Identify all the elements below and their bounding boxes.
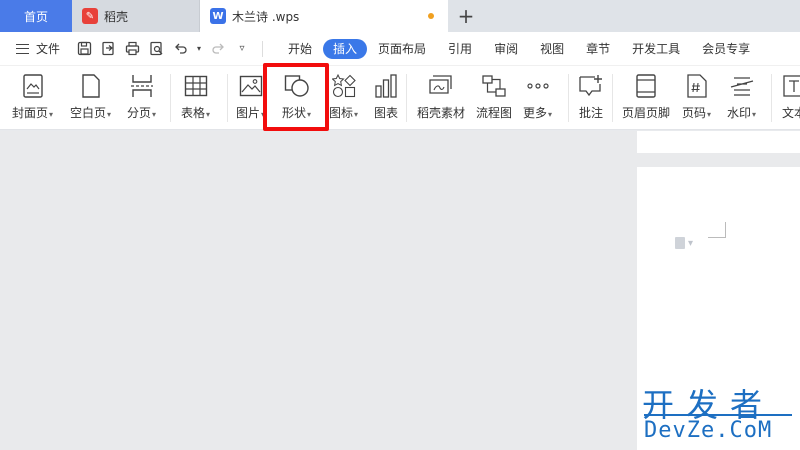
menu-bar: 文件 ▾ ▿ 开始 插入 页面布局 引用 审阅 视图 章节 开发工具 会员专享 <box>0 32 800 66</box>
undo-dropdown-icon[interactable]: ▾ <box>196 41 202 57</box>
comment-icon <box>577 72 605 100</box>
blank-page-icon <box>77 72 105 100</box>
page-break-button[interactable]: 分页▾ <box>127 72 156 121</box>
table-icon <box>182 72 210 100</box>
tab-home-label: 首页 <box>23 9 48 24</box>
icon-library-icon <box>330 72 358 100</box>
comment-label: 批注 <box>578 106 603 120</box>
ribbon-divider <box>227 74 228 122</box>
page-number-label: 页码▾ <box>682 106 712 120</box>
picture-label: 图片▾ <box>236 106 266 120</box>
more-label: 更多▾ <box>523 106 553 120</box>
header-footer-label: 页眉页脚 <box>622 106 671 120</box>
tab-daoke-label: 稻壳 <box>104 9 129 24</box>
comment-button[interactable]: 批注 <box>577 72 605 121</box>
table-button[interactable]: 表格▾ <box>181 72 210 121</box>
text-box-label: 文本 <box>781 106 800 120</box>
cover-page-button[interactable]: 封面页▾ <box>12 72 53 121</box>
daoke-material-button[interactable]: 稻壳素材 <box>417 72 465 121</box>
cover-page-label: 封面页▾ <box>12 106 54 120</box>
menubar-divider <box>262 40 263 57</box>
page-break-label: 分页▾ <box>127 106 157 120</box>
shape-highlight-box <box>263 63 329 131</box>
watermark-button[interactable]: 水印▾ <box>727 72 756 121</box>
customize-toolbar-icon[interactable]: ▿ <box>234 41 250 57</box>
document-small-icon <box>675 237 685 249</box>
export-pdf-icon[interactable] <box>100 41 116 57</box>
blank-page-button[interactable]: 空白页▾ <box>70 72 111 121</box>
flowchart-button[interactable]: 流程图 <box>476 72 512 121</box>
page-number-icon <box>683 72 711 100</box>
print-preview-icon[interactable] <box>148 41 164 57</box>
daoke-material-label: 稻壳素材 <box>417 106 466 120</box>
tab-bar: 首页 ✎ 稻壳 W 木兰诗 .wps + <box>0 0 800 32</box>
file-menu-button[interactable]: 文件 <box>0 40 70 57</box>
tab-start[interactable]: 开始 <box>277 39 323 59</box>
ribbon-divider <box>612 74 613 122</box>
chart-icon <box>372 72 400 100</box>
tab-member[interactable]: 会员专享 <box>691 39 761 59</box>
picture-icon <box>237 72 265 100</box>
undo-icon[interactable] <box>172 41 188 57</box>
wps-writer-icon: W <box>210 8 226 24</box>
quick-access-toolbar: ▾ ▿ <box>70 41 256 57</box>
daoke-logo-icon: ✎ <box>82 8 98 24</box>
icon-button[interactable]: 图标▾ <box>329 72 358 121</box>
cover-page-icon <box>19 72 47 100</box>
redo-icon[interactable] <box>210 41 226 57</box>
picture-button[interactable]: 图片▾ <box>236 72 265 121</box>
chevron-down-icon: ▾ <box>688 237 694 249</box>
page-number-button[interactable]: 页码▾ <box>682 72 711 121</box>
paragraph-handle[interactable]: ▾ <box>675 237 693 249</box>
chart-label: 图表 <box>373 106 398 120</box>
margin-corner-mark <box>708 222 726 238</box>
new-tab-button[interactable]: + <box>448 0 484 32</box>
ribbon-tabs: 开始 插入 页面布局 引用 审阅 视图 章节 开发工具 会员专享 <box>277 38 761 59</box>
text-box-button[interactable]: 文本 <box>780 72 800 121</box>
save-icon[interactable] <box>76 41 92 57</box>
ribbon-divider <box>568 74 569 122</box>
tab-references[interactable]: 引用 <box>437 39 483 59</box>
blank-page-label: 空白页▾ <box>70 106 112 120</box>
page-break-icon <box>128 72 156 100</box>
tab-page-layout[interactable]: 页面布局 <box>367 39 437 59</box>
tab-section[interactable]: 章节 <box>575 39 621 59</box>
watermark-underline <box>644 414 792 416</box>
icon-label: 图标▾ <box>329 106 359 120</box>
material-icon <box>427 72 455 100</box>
insert-ribbon: 封面页▾ 空白页▾ 分页▾ 表格▾ 图片▾ 形状▾ 图标▾ 图表 稻壳素材 流程… <box>0 66 800 130</box>
file-menu-label: 文件 <box>36 42 61 56</box>
header-footer-icon <box>632 72 660 100</box>
unsaved-indicator-icon <box>428 13 434 19</box>
text-box-icon <box>780 72 800 100</box>
tab-view[interactable]: 视图 <box>529 39 575 59</box>
tab-home[interactable]: 首页 <box>0 0 72 32</box>
more-dots-icon <box>524 72 552 100</box>
more-button[interactable]: 更多▾ <box>523 72 552 121</box>
chart-button[interactable]: 图表 <box>372 72 400 121</box>
flowchart-icon <box>480 72 508 100</box>
flowchart-label: 流程图 <box>476 106 513 120</box>
tab-developer[interactable]: 开发工具 <box>621 39 691 59</box>
ribbon-divider <box>170 74 171 122</box>
tab-daoke[interactable]: ✎ 稻壳 <box>72 0 200 32</box>
hamburger-icon <box>16 43 29 54</box>
header-footer-button[interactable]: 页眉页脚 <box>622 72 670 121</box>
tab-review[interactable]: 审阅 <box>483 39 529 59</box>
watermark-text-latin: DevZe.CoM <box>644 418 773 443</box>
ribbon-divider <box>406 74 407 122</box>
tab-document-label: 木兰诗 .wps <box>232 9 300 24</box>
watermark-label: 水印▾ <box>727 106 757 120</box>
print-icon[interactable] <box>124 41 140 57</box>
ribbon-divider <box>771 74 772 122</box>
table-label: 表格▾ <box>181 106 211 120</box>
plus-icon: + <box>457 4 475 28</box>
previous-page-bottom <box>637 131 800 153</box>
tab-insert[interactable]: 插入 <box>323 38 368 59</box>
watermark-icon <box>728 72 756 100</box>
tab-document[interactable]: W 木兰诗 .wps <box>200 0 448 32</box>
